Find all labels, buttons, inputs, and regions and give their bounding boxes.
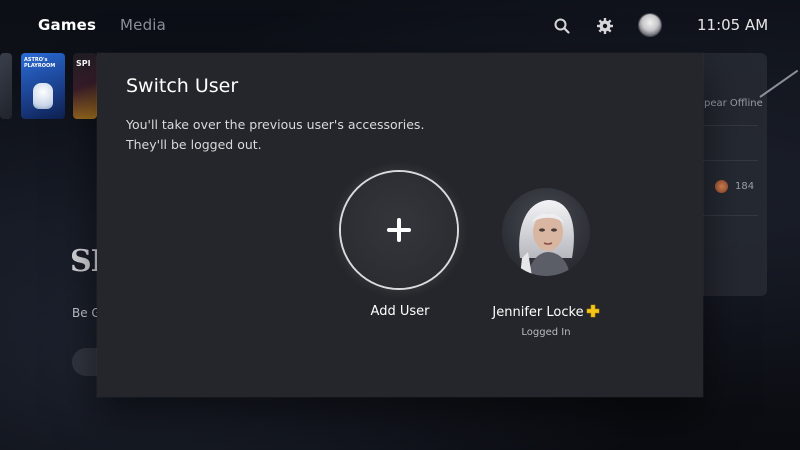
trophy-icon — [715, 180, 728, 193]
add-user-button[interactable] — [341, 172, 457, 288]
offline-status-text: pear Offline — [704, 98, 763, 109]
add-user-label: Add User — [370, 304, 430, 319]
dialog-description-line: They'll be logged out. — [126, 137, 262, 152]
divider — [703, 125, 758, 126]
top-navigation: Games Media 11:05 AM — [0, 0, 800, 52]
profile-avatar[interactable] — [639, 14, 661, 36]
dialog-description: You'll take over the previous user's acc… — [126, 115, 424, 155]
search-icon[interactable] — [553, 17, 571, 35]
plus-icon — [387, 218, 411, 242]
divider — [703, 160, 758, 161]
game-tile-astros-playroom[interactable]: ASTRO's PLAYROOM — [21, 53, 65, 119]
game-tile-label: SPI — [76, 59, 91, 68]
user-avatar[interactable] — [502, 188, 590, 276]
user-name-row: Jennifer Locke — [490, 304, 602, 320]
divider — [703, 215, 758, 216]
gear-icon[interactable] — [596, 17, 614, 35]
dialog-title: Switch User — [126, 75, 239, 97]
game-tile-partial[interactable] — [0, 53, 12, 119]
switch-user-dialog: Switch User You'll take over the previou… — [97, 53, 703, 397]
ps-plus-icon — [586, 304, 600, 318]
game-tile-spiderman[interactable]: SPI — [73, 53, 97, 119]
user-name: Jennifer Locke — [492, 305, 584, 320]
tab-media[interactable]: Media — [120, 16, 166, 34]
dialog-description-line: You'll take over the previous user's acc… — [126, 117, 425, 132]
game-tile-label: ASTRO's PLAYROOM — [24, 57, 56, 69]
trophy-count: 184 — [735, 181, 755, 192]
astro-bot-art — [33, 83, 53, 109]
user-status: Logged In — [521, 327, 571, 338]
clock: 11:05 AM — [697, 16, 769, 34]
tab-games[interactable]: Games — [38, 16, 96, 34]
